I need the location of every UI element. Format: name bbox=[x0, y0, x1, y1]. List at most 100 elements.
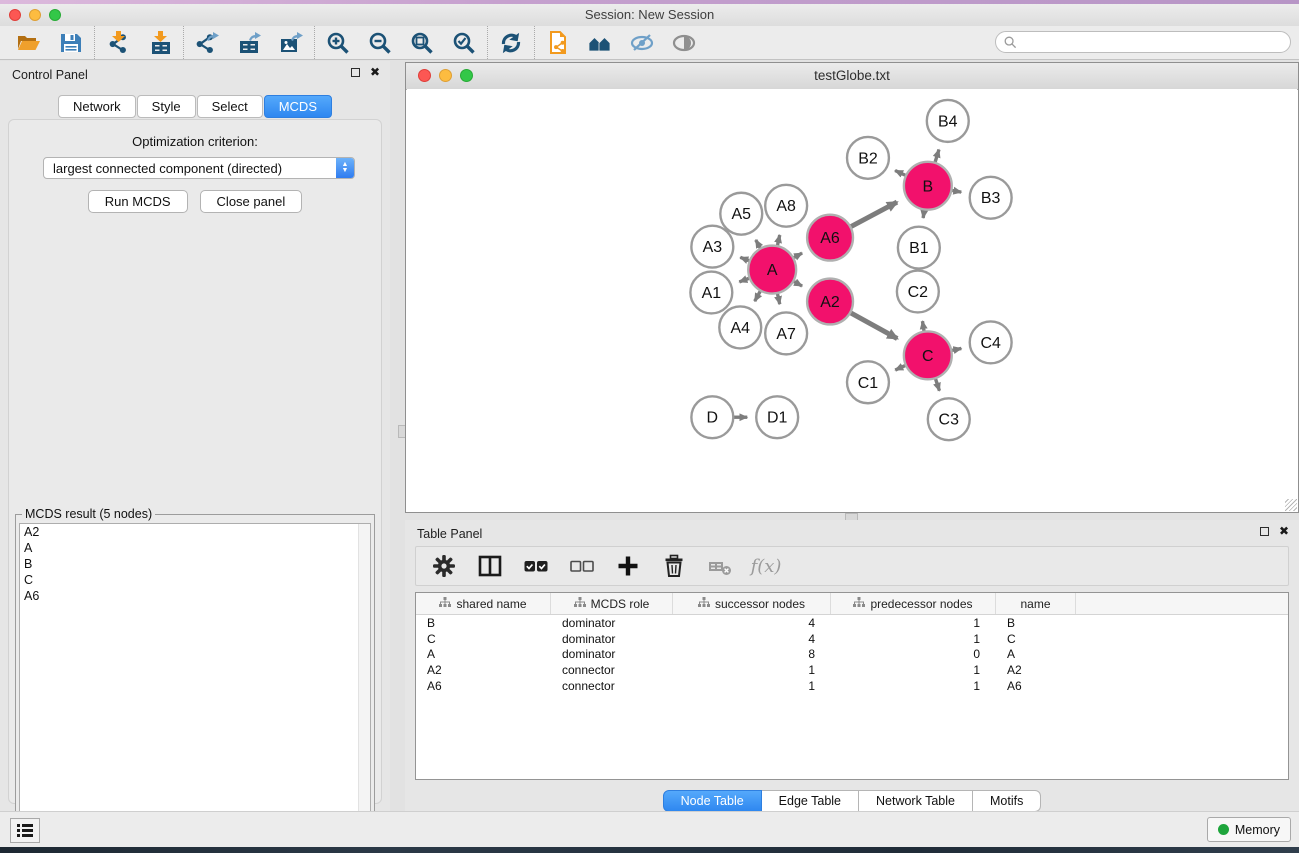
show-network-icon[interactable] bbox=[671, 30, 697, 56]
mcds-result-item[interactable]: B bbox=[20, 556, 370, 572]
table-float-panel-icon[interactable] bbox=[1260, 527, 1269, 536]
table-row[interactable]: A6connector11A6 bbox=[416, 678, 1288, 694]
node-C1[interactable]: C1 bbox=[847, 361, 889, 403]
zoom-in-icon[interactable] bbox=[325, 30, 351, 56]
export-network-icon[interactable] bbox=[194, 30, 220, 56]
edge-B-B4[interactable] bbox=[935, 150, 939, 163]
column-header-MCDS-role[interactable]: MCDS role bbox=[551, 593, 673, 614]
resize-handle-icon[interactable] bbox=[1285, 499, 1297, 511]
edge-A-A6[interactable] bbox=[793, 253, 802, 258]
node-A4[interactable]: A4 bbox=[719, 306, 761, 348]
edge-A-A5[interactable] bbox=[756, 240, 761, 249]
tab-network[interactable]: Network bbox=[58, 95, 136, 118]
node-A1[interactable]: A1 bbox=[690, 272, 732, 314]
table-row[interactable]: Cdominator41C bbox=[416, 631, 1288, 647]
delete-column-icon[interactable] bbox=[662, 554, 686, 578]
run-mcds-button[interactable]: Run MCDS bbox=[88, 190, 188, 213]
edge-A-A4[interactable] bbox=[755, 291, 761, 302]
settings-icon[interactable] bbox=[432, 554, 456, 578]
open-icon[interactable] bbox=[16, 30, 42, 56]
edge-A-A1[interactable] bbox=[739, 278, 749, 282]
node-D[interactable]: D bbox=[691, 396, 733, 438]
close-panel-icon[interactable]: ✖ bbox=[370, 68, 380, 77]
node-C3[interactable]: C3 bbox=[928, 398, 970, 440]
search-box[interactable] bbox=[995, 31, 1291, 53]
node-A5[interactable]: A5 bbox=[720, 193, 762, 235]
node-A7[interactable]: A7 bbox=[765, 312, 807, 354]
hide-network-icon[interactable] bbox=[629, 30, 655, 56]
node-B2[interactable]: B2 bbox=[847, 137, 889, 179]
edge-B-B3[interactable] bbox=[951, 190, 961, 192]
node-C[interactable]: C bbox=[904, 331, 952, 379]
edge-C-C1[interactable] bbox=[895, 365, 906, 370]
edge-A-A2[interactable] bbox=[793, 281, 802, 286]
edge-A6-B[interactable] bbox=[850, 202, 897, 227]
tab-motifs[interactable]: Motifs bbox=[973, 790, 1041, 812]
edge-B-B2[interactable] bbox=[895, 170, 906, 175]
export-table-icon[interactable] bbox=[236, 30, 262, 56]
mcds-scrollbar[interactable] bbox=[358, 524, 370, 853]
select-all-checks-icon[interactable] bbox=[524, 554, 548, 578]
tab-select[interactable]: Select bbox=[197, 95, 263, 118]
table-row[interactable]: Bdominator41B bbox=[416, 615, 1288, 631]
column-layout-icon[interactable] bbox=[478, 554, 502, 578]
edge-A-A7[interactable] bbox=[777, 293, 779, 304]
tab-network-table[interactable]: Network Table bbox=[859, 790, 973, 812]
column-header-successor-nodes[interactable]: successor nodes bbox=[673, 593, 831, 614]
task-history-button[interactable] bbox=[10, 818, 40, 843]
memory-button[interactable]: Memory bbox=[1207, 817, 1291, 842]
network-graph[interactable]: A A1 A2 A3 A4 A5 A6 A7 A8 B B1 B2 B3B4 C C1 C2 C3C4 D D1 bbox=[407, 89, 1297, 511]
optimization-dropdown[interactable]: largest connected component (directed) ▲… bbox=[43, 157, 355, 179]
node-B3[interactable]: B3 bbox=[970, 177, 1012, 219]
node-A8[interactable]: A8 bbox=[765, 185, 807, 227]
zoom-fit-icon[interactable] bbox=[409, 30, 435, 56]
mcds-result-item[interactable]: A6 bbox=[20, 588, 370, 604]
edge-C-C2[interactable] bbox=[922, 321, 924, 332]
function-builder-icon[interactable]: f(x) bbox=[754, 554, 778, 578]
network-canvas[interactable]: A A1 A2 A3 A4 A5 A6 A7 A8 B B1 B2 B3B4 C C1 C2 C3C4 D D1 bbox=[407, 89, 1297, 511]
node-A[interactable]: A bbox=[748, 246, 796, 294]
tab-style[interactable]: Style bbox=[137, 95, 196, 118]
node-D1[interactable]: D1 bbox=[756, 396, 798, 438]
add-column-icon[interactable] bbox=[616, 554, 640, 578]
network-from-selection-icon[interactable] bbox=[545, 30, 571, 56]
column-header-name[interactable]: name bbox=[996, 593, 1076, 614]
node-B1[interactable]: B1 bbox=[898, 227, 940, 269]
import-table-icon[interactable] bbox=[147, 30, 173, 56]
export-image-icon[interactable] bbox=[278, 30, 304, 56]
zoom-out-icon[interactable] bbox=[367, 30, 393, 56]
float-panel-icon[interactable] bbox=[351, 68, 360, 77]
tab-node-table[interactable]: Node Table bbox=[663, 790, 762, 812]
edge-C-C4[interactable] bbox=[951, 348, 961, 350]
edge-B-B1[interactable] bbox=[923, 209, 924, 218]
table-row[interactable]: Adominator80A bbox=[416, 646, 1288, 662]
tab-edge-table[interactable]: Edge Table bbox=[762, 790, 859, 812]
search-input[interactable] bbox=[1022, 34, 1290, 50]
edge-C-C3[interactable] bbox=[935, 378, 939, 391]
mcds-result-item[interactable]: A2 bbox=[20, 524, 370, 540]
node-A6[interactable]: A6 bbox=[807, 215, 853, 261]
edge-A-A3[interactable] bbox=[740, 257, 750, 261]
node-B4[interactable]: B4 bbox=[927, 100, 969, 142]
table-row[interactable]: A2connector11A2 bbox=[416, 662, 1288, 678]
zoom-selected-icon[interactable] bbox=[451, 30, 477, 56]
mcds-result-item[interactable]: A bbox=[20, 540, 370, 556]
tab-mcds[interactable]: MCDS bbox=[264, 95, 332, 118]
close-panel-button[interactable]: Close panel bbox=[200, 190, 303, 213]
edge-A2-C[interactable] bbox=[850, 313, 897, 339]
node-C2[interactable]: C2 bbox=[897, 271, 939, 313]
refresh-icon[interactable] bbox=[498, 30, 524, 56]
table-close-panel-icon[interactable]: ✖ bbox=[1279, 527, 1289, 536]
column-header-predecessor-nodes[interactable]: predecessor nodes bbox=[831, 593, 996, 614]
mcds-result-item[interactable]: C bbox=[20, 572, 370, 588]
deselect-all-checks-icon[interactable] bbox=[570, 554, 594, 578]
node-table[interactable]: shared nameMCDS rolesuccessor nodesprede… bbox=[415, 592, 1289, 780]
node-A2[interactable]: A2 bbox=[807, 279, 853, 325]
node-A3[interactable]: A3 bbox=[691, 226, 733, 268]
node-C4[interactable]: C4 bbox=[970, 321, 1012, 363]
home-icon[interactable] bbox=[587, 30, 613, 56]
network-window-titlebar[interactable]: testGlobe.txt bbox=[406, 63, 1298, 90]
edge-A-A8[interactable] bbox=[777, 235, 779, 246]
mcds-result-list[interactable]: A2ABCA6 bbox=[19, 523, 371, 853]
node-B[interactable]: B bbox=[904, 162, 952, 210]
